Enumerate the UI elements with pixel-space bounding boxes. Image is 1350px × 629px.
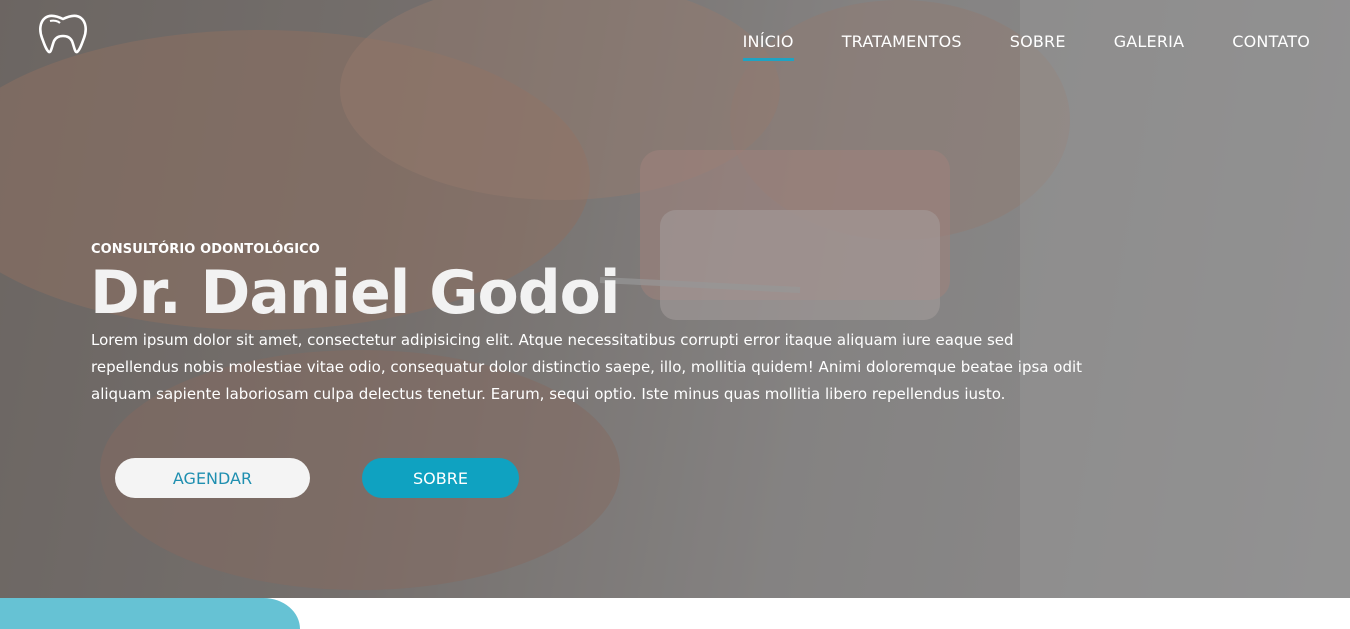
nav-item-contato[interactable]: CONTATO: [1232, 32, 1310, 61]
hero-section: INÍCIO TRATAMENTOS SOBRE GALERIA CONTATO…: [0, 0, 1350, 598]
nav-item-sobre[interactable]: SOBRE: [1010, 32, 1066, 61]
nav-item-inicio[interactable]: INÍCIO: [742, 32, 794, 61]
tooth-icon[interactable]: [36, 12, 90, 54]
agendar-button[interactable]: AGENDAR: [115, 458, 310, 498]
main-nav: INÍCIO TRATAMENTOS SOBRE GALERIA CONTATO: [742, 32, 1310, 61]
hero-eyebrow: CONSULTÓRIO ODONTOLÓGICO: [91, 242, 320, 257]
section-decor-shape: [0, 598, 300, 629]
hero-title: Dr. Daniel Godoi: [90, 258, 620, 328]
nav-item-galeria[interactable]: GALERIA: [1114, 32, 1185, 61]
nav-item-tratamentos[interactable]: TRATAMENTOS: [842, 32, 962, 61]
hero-description: Lorem ipsum dolor sit amet, consectetur …: [91, 331, 1083, 403]
sobre-button[interactable]: SOBRE: [362, 458, 519, 498]
